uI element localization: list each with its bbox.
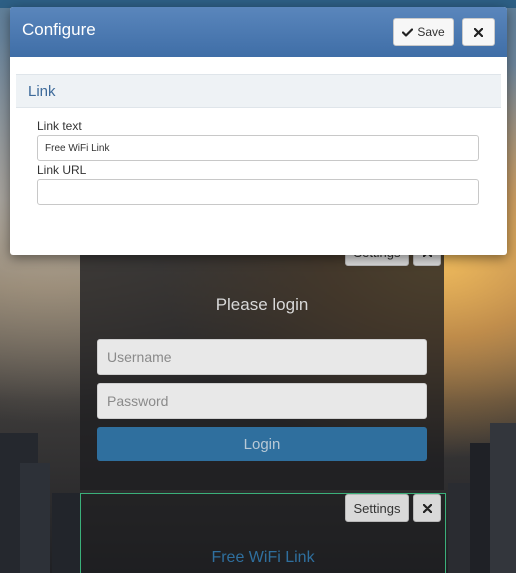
building-shape	[490, 423, 516, 573]
wifi-link[interactable]: Free WiFi Link	[80, 549, 446, 567]
username-input[interactable]: Username	[97, 339, 427, 375]
link-text-input[interactable]: Free WiFi Link	[37, 135, 479, 161]
building-shape	[52, 493, 80, 573]
modal-close-button[interactable]	[462, 18, 495, 46]
link-url-label: Link URL	[37, 163, 87, 177]
check-icon	[402, 27, 414, 37]
wifi-settings-button[interactable]: Settings	[345, 494, 409, 522]
login-button[interactable]: Login	[97, 427, 427, 461]
wifi-close-button[interactable]	[413, 494, 441, 522]
login-heading: Please login	[215, 295, 309, 314]
close-icon	[474, 27, 483, 37]
link-section-header: Link	[16, 74, 501, 108]
configure-modal: Configure Save Link Link text Free WiFi …	[10, 7, 507, 255]
building-shape	[20, 463, 50, 573]
link-url-input[interactable]	[37, 179, 479, 205]
close-icon	[422, 503, 432, 513]
modal-header: Configure Save	[10, 7, 507, 57]
link-text-label: Link text	[37, 119, 82, 133]
password-input[interactable]: Password	[97, 383, 427, 419]
building-shape	[448, 483, 472, 573]
modal-title: Configure	[22, 20, 96, 39]
save-button[interactable]: Save	[393, 18, 454, 46]
save-label: Save	[417, 25, 445, 39]
